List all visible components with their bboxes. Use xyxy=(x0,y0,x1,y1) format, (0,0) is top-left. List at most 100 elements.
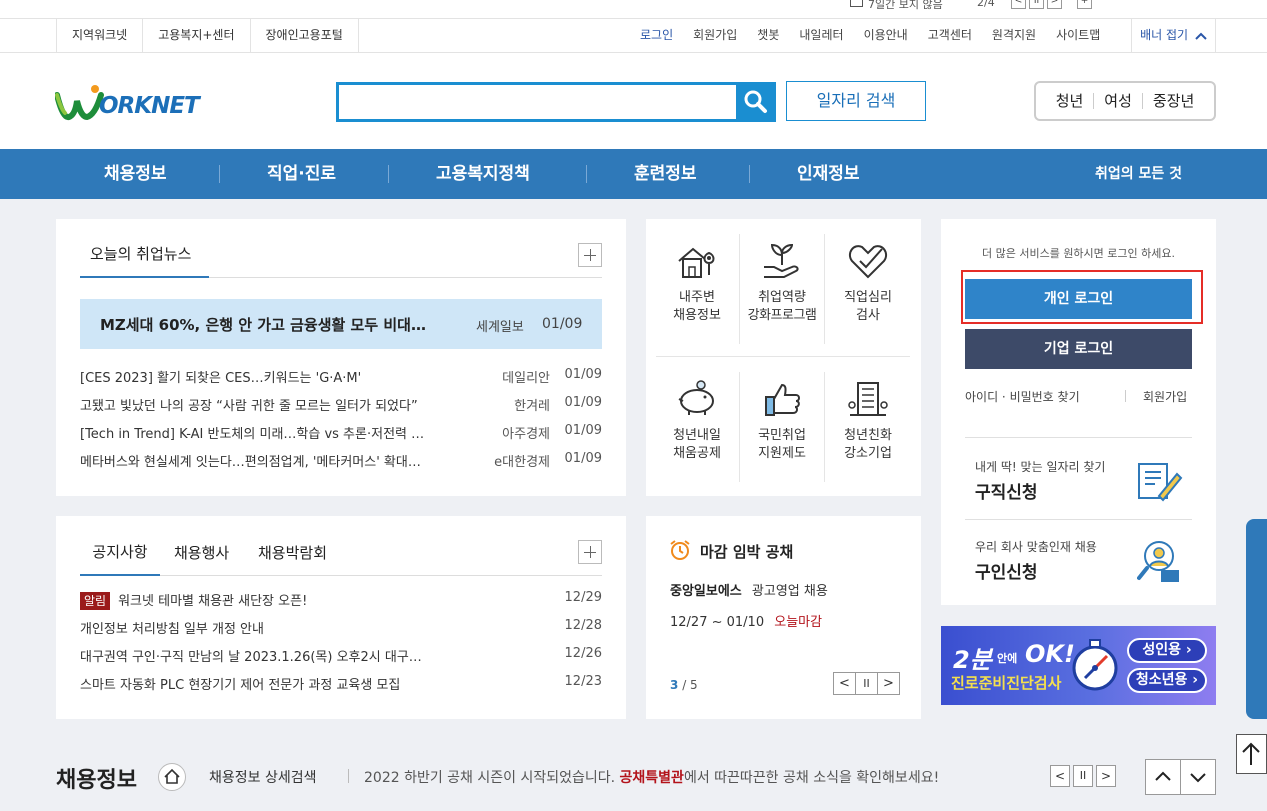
ticker-next-button[interactable]: > xyxy=(1096,765,1116,787)
banner-toggle-button[interactable]: 배너 접기 xyxy=(1131,19,1216,52)
alarm-clock-icon xyxy=(670,540,690,560)
link-divider xyxy=(1125,390,1126,402)
notice-item-date: 12/23 xyxy=(564,674,602,689)
join-link[interactable]: 회원가입 xyxy=(1143,388,1187,405)
nav-talent[interactable]: 인재정보 xyxy=(797,149,860,199)
banner-youth-button[interactable]: 청소년용 › xyxy=(1127,668,1207,693)
link-login[interactable]: 로그인 xyxy=(630,19,683,52)
notice-item[interactable]: 개인정보 처리방침 일부 개정 안내 12/28 xyxy=(80,618,602,642)
scroll-top-button[interactable] xyxy=(1236,734,1267,774)
nav-all-about-jobs[interactable]: 취업의 모든 것 xyxy=(1095,149,1182,199)
service-label: 지원제도 xyxy=(758,446,806,461)
nav-welfare-policy[interactable]: 고용복지정책 xyxy=(436,149,530,199)
home-button[interactable] xyxy=(158,763,186,791)
nav-divider xyxy=(586,165,587,183)
sprout-hand-icon xyxy=(764,243,799,278)
banner-headline-b: 안에 xyxy=(997,652,1018,665)
search-input[interactable] xyxy=(339,85,729,119)
news-item[interactable]: [Tech in Trend] K-AI 반도체의 미래…학습 vs 추론·저전… xyxy=(80,423,602,451)
notice-item-date: 12/28 xyxy=(564,618,602,633)
search-box xyxy=(336,82,776,122)
apply-job-card[interactable]: 내게 딱! 맞는 일자리 찾기 구직신청 xyxy=(965,438,1192,518)
banner-adult-button[interactable]: 성인용 › xyxy=(1127,638,1207,663)
find-account-link[interactable]: 아이디 · 비밀번호 찾기 xyxy=(965,388,1080,405)
notice-ticker[interactable]: 2022 하반기 공채 시즌이 시작되었습니다. 공채특별관에서 따끈따끈한 공… xyxy=(364,767,939,787)
age-tab-youth[interactable]: 청년 xyxy=(1046,93,1094,109)
worknet-logo[interactable]: ORKNET xyxy=(54,83,215,123)
age-tab-middle-aged[interactable]: 중장년 xyxy=(1141,93,1204,109)
deadline-prev-button[interactable]: < xyxy=(833,672,856,695)
deadline-next-button[interactable]: > xyxy=(877,672,900,695)
chevron-down-icon xyxy=(1190,773,1206,783)
nav-training[interactable]: 훈련정보 xyxy=(634,149,697,199)
talent-search-icon xyxy=(1137,541,1179,582)
banner-prev-button[interactable]: < xyxy=(1011,0,1026,9)
tab-recruit-event[interactable]: 채용행사 xyxy=(174,542,229,563)
news-more-button[interactable] xyxy=(578,243,602,267)
banner-page-indicator: 2/4 xyxy=(977,0,995,9)
notice-item[interactable]: 대구권역 구인·구직 만남의 날 2023.1.26(목) 오후2시 대구… 1… xyxy=(80,646,602,670)
ticker-highlight-link[interactable]: 공채특별관 xyxy=(620,770,684,786)
deadline-item[interactable]: 중앙일보에스 광고영업 채용 12/27 ~ 01/10 오늘마감 xyxy=(670,580,900,630)
service-youth-savings[interactable]: 청년내일 채움공제 xyxy=(655,379,739,463)
link-newsletter[interactable]: 내일레터 xyxy=(789,19,853,52)
age-tab-women[interactable]: 여성 xyxy=(1093,93,1142,109)
chevron-up-icon xyxy=(1155,771,1171,781)
link-guide[interactable]: 이용안내 xyxy=(854,19,918,52)
deadline-position: 광고영업 채용 xyxy=(751,584,828,599)
news-item[interactable]: 메타버스와 현실세계 잇는다…편의점업계, '메타커머스' 확대… e대한경제 … xyxy=(80,451,602,479)
banner-subline: 진로준비진단검사 xyxy=(951,674,1062,692)
service-nearby-jobs[interactable]: 내주변 채용정보 xyxy=(655,241,739,325)
banner-next-button[interactable]: > xyxy=(1047,0,1062,9)
ticker-prev-button[interactable]: < xyxy=(1050,765,1070,787)
link-remote-support[interactable]: 원격지원 xyxy=(982,19,1046,52)
personal-login-button[interactable]: 개인 로그인 xyxy=(965,279,1192,319)
tab-notice[interactable]: 공지사항 xyxy=(80,538,160,576)
heart-check-icon xyxy=(848,245,888,279)
logo-text: ORKNET xyxy=(99,93,200,119)
notice-more-button[interactable] xyxy=(578,540,602,564)
deadline-pause-button[interactable]: II xyxy=(855,672,878,695)
hide-banner-checkbox[interactable] xyxy=(850,0,863,7)
career-test-banner[interactable]: 2분 안에 OK! 진로준비진단검사 성인용 › 청소년용 › xyxy=(941,626,1216,705)
news-item[interactable]: 고됐고 빛났던 나의 공장 “사람 귀한 줄 모르는 일터가 되었다” 한겨레 … xyxy=(80,395,602,423)
service-national-employment[interactable]: 국민취업 지원제도 xyxy=(740,379,824,463)
service-label: 강소기업 xyxy=(844,446,892,461)
notice-tabs: 공지사항 채용행사 채용박람회 xyxy=(80,538,602,576)
news-featured[interactable]: MZ세대 60%, 은행 안 가고 금융생활 모두 비대… 세계일보 01/09 xyxy=(80,299,602,349)
notice-item[interactable]: 스마트 자동화 PLC 현장기기 제어 전문가 과정 교육생 모집 12/23 xyxy=(80,674,602,698)
ticker-divider xyxy=(348,769,349,783)
news-item[interactable]: [CES 2023] 활기 되찾은 CES…키워드는 'G·A·M' 데일리안 … xyxy=(80,367,602,395)
link-disabled-portal[interactable]: 장애인고용포털 xyxy=(249,19,359,52)
link-customer-center[interactable]: 고객센터 xyxy=(918,19,982,52)
link-signup[interactable]: 회원가입 xyxy=(683,19,747,52)
service-label: 채용정보 xyxy=(673,308,721,323)
news-tab[interactable]: 오늘의 취업뉴스 xyxy=(80,241,209,278)
link-welfare-center[interactable]: 고용복지+센터 xyxy=(142,19,249,52)
news-featured-source: 세계일보 xyxy=(476,320,524,335)
detail-search-link[interactable]: 채용정보 상세검색 xyxy=(209,767,317,787)
tab-job-fair[interactable]: 채용박람회 xyxy=(258,542,327,563)
banner-add-button[interactable]: + xyxy=(1077,0,1092,9)
service-job-skill-program[interactable]: 취업역량 강화프로그램 xyxy=(740,241,824,325)
link-chatbot[interactable]: 챗봇 xyxy=(747,19,789,52)
banner-pause-button[interactable]: II xyxy=(1029,0,1044,9)
service-youth-friendly-company[interactable]: 청년친화 강소기업 xyxy=(826,379,910,463)
service-psych-test[interactable]: 직업심리 검사 xyxy=(826,241,910,325)
link-sitemap[interactable]: 사이트맵 xyxy=(1046,19,1110,52)
news-item-source: 한겨레 xyxy=(514,399,550,414)
banner-headline-a: 2분 xyxy=(953,646,992,674)
nav-career[interactable]: 직업·진로 xyxy=(267,149,336,199)
apply-talent-card[interactable]: 우리 회사 맞춤인재 채용 구인신청 xyxy=(965,520,1192,600)
section-down-button[interactable] xyxy=(1180,759,1216,795)
notice-item[interactable]: 알림 워크넷 테마별 채용관 새단장 오픈! 12/29 xyxy=(80,590,602,614)
job-search-button[interactable]: 일자리 검색 xyxy=(786,81,926,121)
nav-job-info[interactable]: 채용정보 xyxy=(104,149,167,199)
ticker-pause-button[interactable]: II xyxy=(1073,765,1093,787)
section-title: 채용정보 xyxy=(56,768,137,793)
company-login-button[interactable]: 기업 로그인 xyxy=(965,329,1192,369)
search-button[interactable] xyxy=(736,82,776,122)
link-regional-worknet[interactable]: 지역워크넷 xyxy=(56,19,142,52)
section-up-button[interactable] xyxy=(1145,759,1181,795)
quick-menu-tab[interactable] xyxy=(1246,519,1267,719)
